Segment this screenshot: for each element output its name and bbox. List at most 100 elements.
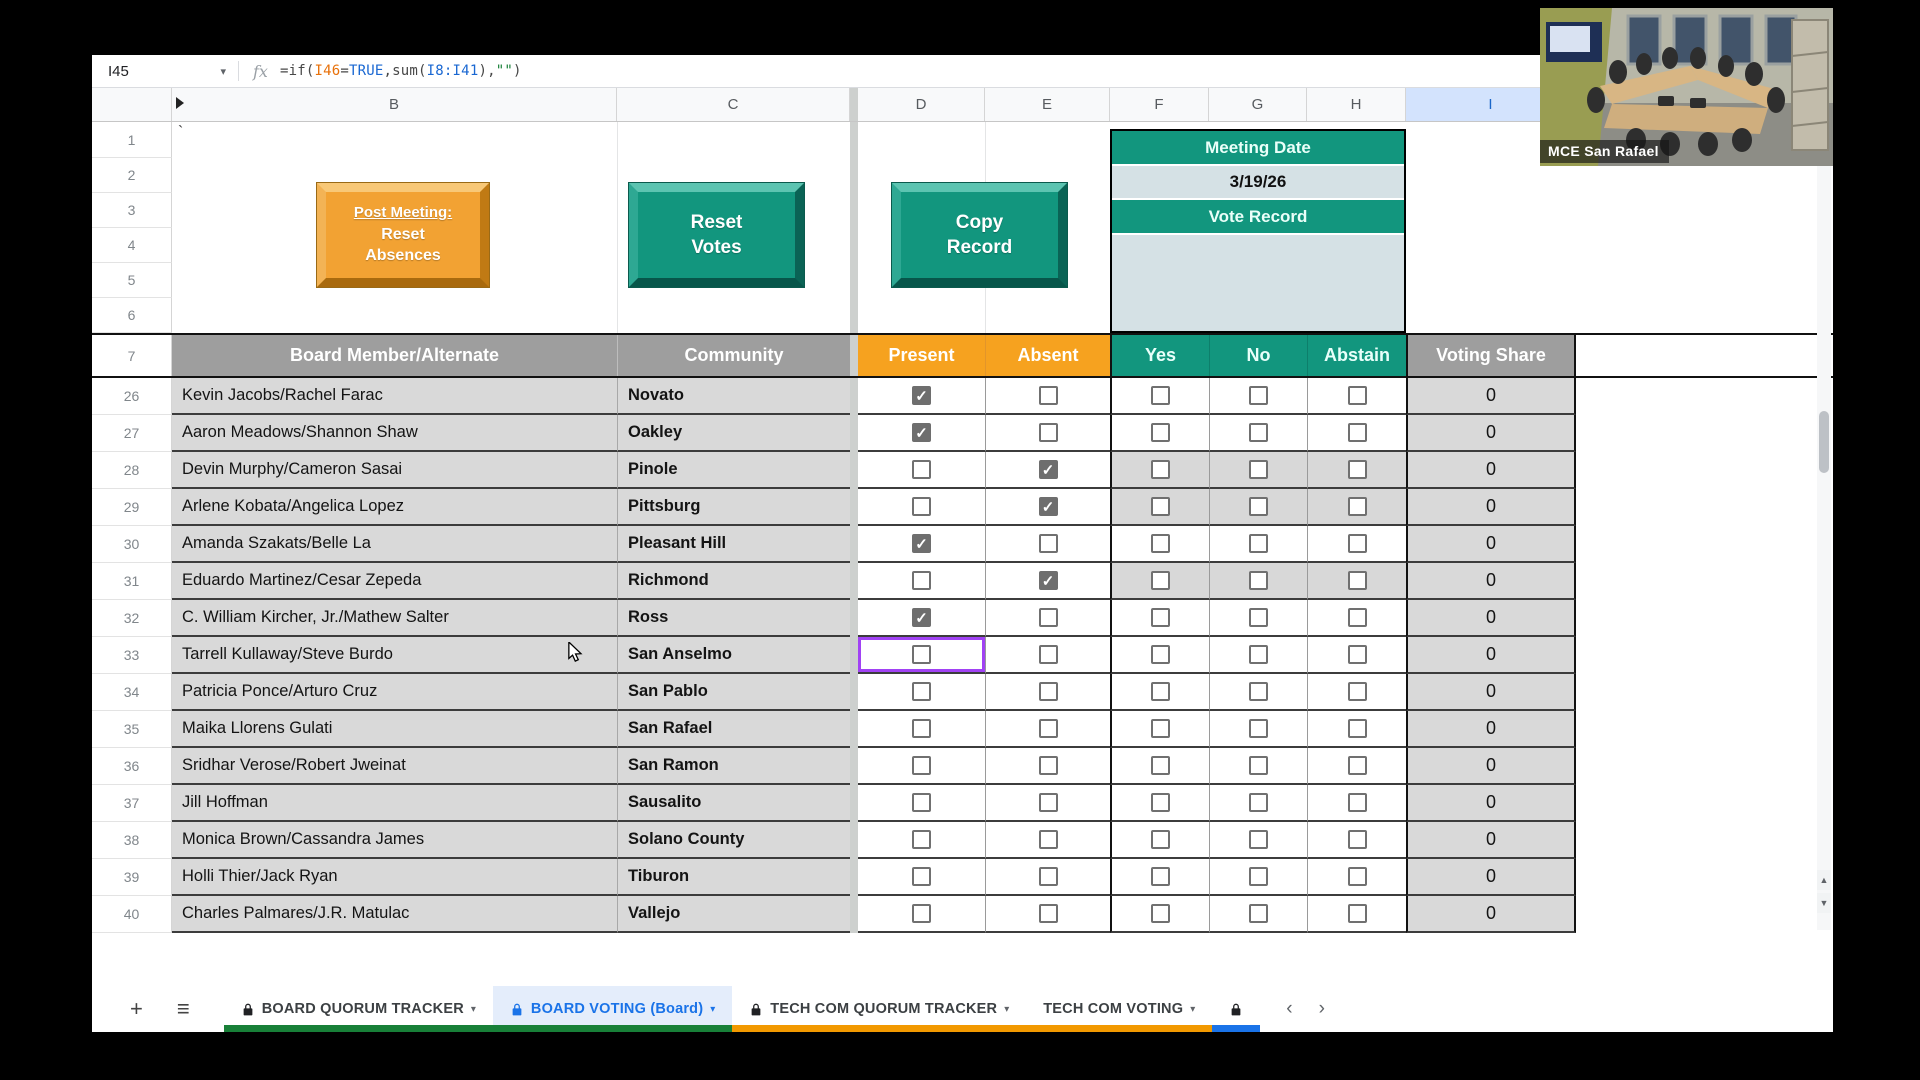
member-cell[interactable]: Kevin Jacobs/Rachel Farac <box>172 378 617 415</box>
sheet-tab-tech-com-voting[interactable]: TECH COM VOTING▾ <box>1026 986 1212 1032</box>
row-number[interactable]: 34 <box>92 674 172 711</box>
yes-checkbox[interactable] <box>1151 423 1170 442</box>
voting-share-cell[interactable]: 0 <box>1406 785 1576 822</box>
no-checkbox[interactable] <box>1249 571 1268 590</box>
community-cell[interactable]: Ross <box>617 600 850 637</box>
member-cell[interactable]: Devin Murphy/Cameron Sasai <box>172 452 617 489</box>
member-cell[interactable]: Sridhar Verose/Robert Jweinat <box>172 748 617 785</box>
community-cell[interactable]: Tiburon <box>617 859 850 896</box>
present-checkbox[interactable] <box>912 460 931 479</box>
row-number[interactable]: 31 <box>92 563 172 600</box>
absent-checkbox[interactable] <box>1039 830 1058 849</box>
present-checkbox[interactable] <box>912 571 931 590</box>
voting-share-cell[interactable]: 0 <box>1406 415 1576 452</box>
absent-checkbox[interactable] <box>1039 497 1058 516</box>
row-number[interactable]: 38 <box>92 822 172 859</box>
yes-checkbox[interactable] <box>1151 645 1170 664</box>
no-checkbox[interactable] <box>1249 682 1268 701</box>
chevron-down-icon[interactable]: ▾ <box>710 1004 715 1015</box>
no-checkbox[interactable] <box>1249 608 1268 627</box>
abstain-checkbox[interactable] <box>1348 497 1367 516</box>
yes-checkbox[interactable] <box>1151 867 1170 886</box>
community-cell[interactable]: Richmond <box>617 563 850 600</box>
no-checkbox[interactable] <box>1249 423 1268 442</box>
corner-cell[interactable] <box>92 88 172 121</box>
sheet-tab-board-quorum-tracker[interactable]: BOARD QUORUM TRACKER▾ <box>224 986 493 1032</box>
community-cell[interactable]: Novato <box>617 378 850 415</box>
voting-share-cell[interactable]: 0 <box>1406 378 1576 415</box>
present-checkbox[interactable] <box>912 793 931 812</box>
member-cell[interactable]: Tarrell Kullaway/Steve Burdo <box>172 637 617 674</box>
unhide-column-arrow-icon[interactable] <box>176 97 184 109</box>
absent-checkbox[interactable] <box>1039 645 1058 664</box>
yes-checkbox[interactable] <box>1151 497 1170 516</box>
abstain-checkbox[interactable] <box>1348 867 1367 886</box>
member-cell[interactable]: Eduardo Martinez/Cesar Zepeda <box>172 563 617 600</box>
present-checkbox[interactable] <box>912 534 931 553</box>
row-number[interactable]: 39 <box>92 859 172 896</box>
no-checkbox[interactable] <box>1249 719 1268 738</box>
row-number[interactable]: 37 <box>92 785 172 822</box>
community-cell[interactable]: Vallejo <box>617 896 850 933</box>
present-checkbox[interactable] <box>912 904 931 923</box>
reset-absences-button[interactable]: Post Meeting: Reset Absences <box>317 183 489 287</box>
row-number[interactable]: 29 <box>92 489 172 526</box>
name-box[interactable]: I45 ▾ <box>92 63 234 80</box>
member-cell[interactable]: Maika Llorens Gulati <box>172 711 617 748</box>
scroll-down-button[interactable]: ▼ <box>1817 893 1831 913</box>
abstain-checkbox[interactable] <box>1348 793 1367 812</box>
yes-checkbox[interactable] <box>1151 460 1170 479</box>
yes-checkbox[interactable] <box>1151 719 1170 738</box>
row-number[interactable]: 7 <box>92 335 172 376</box>
row-number[interactable]: 3 <box>92 193 172 228</box>
no-checkbox[interactable] <box>1249 534 1268 553</box>
row-number[interactable]: 33 <box>92 637 172 674</box>
member-cell[interactable]: C. William Kircher, Jr./Mathew Salter <box>172 600 617 637</box>
vertical-scrollbar[interactable] <box>1817 121 1831 930</box>
community-cell[interactable]: San Anselmo <box>617 637 850 674</box>
yes-checkbox[interactable] <box>1151 793 1170 812</box>
scroll-up-button[interactable]: ▲ <box>1817 870 1831 890</box>
column-header-d[interactable]: D <box>858 88 985 121</box>
column-header-g[interactable]: G <box>1209 88 1307 121</box>
voting-share-cell[interactable]: 0 <box>1406 452 1576 489</box>
absent-checkbox[interactable] <box>1039 867 1058 886</box>
abstain-checkbox[interactable] <box>1348 386 1367 405</box>
community-cell[interactable]: San Pablo <box>617 674 850 711</box>
present-checkbox[interactable] <box>912 682 931 701</box>
voting-share-cell[interactable]: 0 <box>1406 489 1576 526</box>
yes-checkbox[interactable] <box>1151 608 1170 627</box>
yes-checkbox[interactable] <box>1151 830 1170 849</box>
meeting-date-value[interactable]: 3/19/26 <box>1112 166 1404 200</box>
community-cell[interactable]: San Ramon <box>617 748 850 785</box>
present-checkbox[interactable] <box>912 645 931 664</box>
freeze-divider[interactable] <box>850 88 858 121</box>
add-sheet-button[interactable]: + <box>130 996 143 1022</box>
tab-scroll-left-button[interactable]: ‹ <box>1286 998 1292 1020</box>
absent-checkbox[interactable] <box>1039 904 1058 923</box>
chevron-down-icon[interactable]: ▾ <box>1004 1004 1009 1015</box>
absent-checkbox[interactable] <box>1039 608 1058 627</box>
row-number[interactable]: 1 <box>92 122 172 158</box>
chevron-down-icon[interactable]: ▾ <box>471 1004 476 1015</box>
no-checkbox[interactable] <box>1249 756 1268 775</box>
no-checkbox[interactable] <box>1249 386 1268 405</box>
column-header-c[interactable]: C <box>617 88 850 121</box>
scrollbar-thumb[interactable] <box>1819 411 1829 473</box>
community-cell[interactable]: Sausalito <box>617 785 850 822</box>
member-cell[interactable]: Charles Palmares/J.R. Matulac <box>172 896 617 933</box>
member-cell[interactable]: Jill Hoffman <box>172 785 617 822</box>
yes-checkbox[interactable] <box>1151 571 1170 590</box>
row-number[interactable]: 2 <box>92 158 172 193</box>
member-cell[interactable]: Patricia Ponce/Arturo Cruz <box>172 674 617 711</box>
absent-checkbox[interactable] <box>1039 460 1058 479</box>
abstain-checkbox[interactable] <box>1348 645 1367 664</box>
present-checkbox[interactable] <box>912 867 931 886</box>
yes-checkbox[interactable] <box>1151 534 1170 553</box>
copy-record-button[interactable]: Copy Record <box>892 183 1067 287</box>
cell-b1-value[interactable]: ` <box>178 124 183 142</box>
abstain-checkbox[interactable] <box>1348 719 1367 738</box>
present-checkbox[interactable] <box>912 830 931 849</box>
present-checkbox[interactable] <box>912 756 931 775</box>
column-header-e[interactable]: E <box>985 88 1110 121</box>
